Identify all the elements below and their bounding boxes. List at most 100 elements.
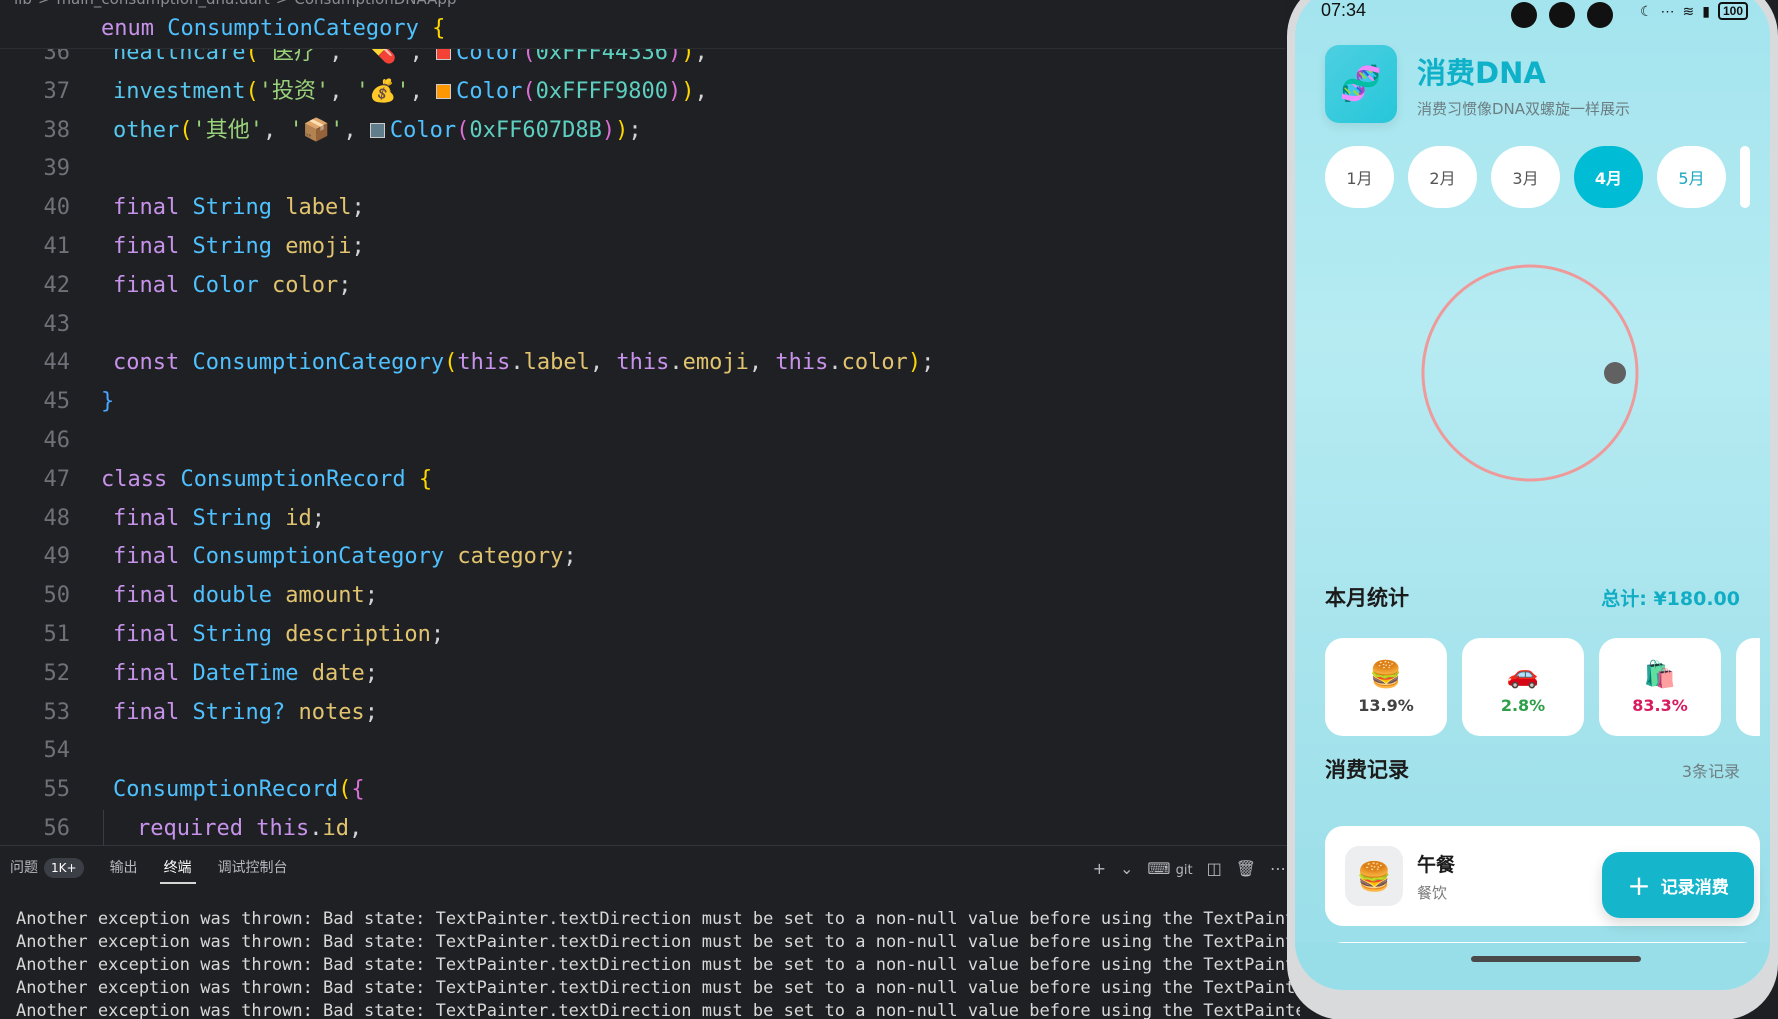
code-line[interactable]: 52 final DateTime date; <box>0 655 1285 694</box>
line-number: 53 <box>43 699 71 725</box>
code-text: ConsumptionRecord({ <box>113 777 365 803</box>
terminal-output[interactable]: Another exception was thrown: Bad state:… <box>16 908 1300 1019</box>
code-line[interactable]: 48 final String id; <box>0 500 1285 539</box>
dna-point <box>1604 362 1626 384</box>
stats-cards: 🍔 13.9% 🚗 2.8% 🛍️ 83.3% <box>1325 638 1760 738</box>
cellular-icon: ▮ <box>1702 2 1710 19</box>
dna-visualization <box>1421 264 1639 482</box>
split-terminal-icon[interactable]: ◫ <box>1207 859 1222 878</box>
code-line[interactable]: 38 other('其他', '📦', Color(0xFF607D8B)); <box>0 112 1285 151</box>
record-name: 午餐 <box>1417 854 1456 876</box>
line-number: 40 <box>43 195 71 221</box>
code-text: final String id; <box>113 505 325 531</box>
terminal-line: Another exception was thrown: Bad state:… <box>16 1001 1300 1019</box>
stat-card[interactable]: 🛍️ 83.3% <box>1599 638 1721 736</box>
code-line[interactable]: 54 <box>0 732 1285 771</box>
code-text: final double amount; <box>113 583 378 609</box>
month-chip[interactable]: 5月 <box>1657 146 1726 208</box>
terminal-git-button[interactable]: ⌨ git <box>1147 859 1192 878</box>
line-number: 50 <box>43 583 71 609</box>
code-line[interactable]: 37 investment('投资', '💰', Color(0xFFFF9800… <box>0 73 1285 112</box>
month-chip[interactable]: 2月 <box>1408 146 1477 208</box>
terminal-line: Another exception was thrown: Bad state:… <box>16 955 1300 975</box>
category-emoji-icon: 🛍️ <box>1643 659 1677 690</box>
stat-percent: 2.8% <box>1500 695 1546 715</box>
panel-tab[interactable]: 输出 <box>110 846 138 890</box>
code-text: final String? notes; <box>113 699 378 725</box>
month-chip[interactable]: 3月 <box>1491 146 1560 208</box>
stat-card[interactable] <box>1736 638 1760 736</box>
code-line[interactable]: 42 final Color color; <box>0 267 1285 306</box>
app-header: 🧬 消费DNA 消费习惯像DNA双螺旋一样展示 <box>1325 44 1630 124</box>
code-line[interactable]: 51 final String description; <box>0 616 1285 655</box>
code-line[interactable]: 55 ConsumptionRecord({ <box>0 771 1285 810</box>
line-number: 41 <box>43 233 71 259</box>
code-line[interactable]: 43 <box>0 306 1285 345</box>
month-chip[interactable]: 4月 <box>1574 146 1643 208</box>
panel-tab-label: 终端 <box>163 860 192 876</box>
month-chip[interactable]: 1月 <box>1325 146 1394 208</box>
code-line[interactable]: 46 <box>0 422 1285 461</box>
breadcrumb-item[interactable]: main_consumption_dna.dart <box>56 0 269 8</box>
code-line[interactable]: 56 required this.id, <box>0 809 1285 845</box>
code-editor[interactable]: lib > main_consumption_dna.dart > Consumptio… <box>0 0 1285 845</box>
panel-tab[interactable]: 调试控制台 <box>218 846 288 890</box>
line-number: 39 <box>43 156 71 182</box>
code-text: final Color color; <box>113 272 352 298</box>
indent-guide <box>103 809 104 845</box>
stat-card[interactable]: 🍔 13.9% <box>1325 638 1447 736</box>
panel-actions: + ⌄ ⌨ git ◫ 🗑 ⋯ <box>1093 846 1286 890</box>
code-line[interactable]: 40 final String label; <box>0 189 1285 228</box>
stat-percent: 13.9% <box>1358 695 1414 715</box>
stat-card[interactable]: 🚗 2.8% <box>1462 638 1584 736</box>
panel-tab[interactable]: 问题 1K+ <box>10 846 84 890</box>
month-chip[interactable] <box>1740 146 1750 208</box>
line-number: 38 <box>43 117 71 143</box>
line-number: 37 <box>43 78 71 104</box>
code-line[interactable]: 50 final double amount; <box>0 577 1285 616</box>
code-text: other('其他', '📦', Color(0xFF607D8B)); <box>113 117 642 143</box>
line-number: 49 <box>43 544 71 570</box>
breadcrumb-item[interactable]: lib <box>14 0 32 8</box>
stat-percent: 83.3% <box>1632 695 1688 715</box>
add-record-label: 记录消费 <box>1660 877 1729 898</box>
moon-icon: ☾ <box>1639 2 1653 19</box>
status-right: ☾ ⋯ ≋ ▮ 100 <box>1640 2 1748 20</box>
category-emoji-icon: 🍔 <box>1369 659 1403 690</box>
code-text: investment('投资', '💰', Color(0xFFFF9800))… <box>113 78 708 104</box>
line-number: 47 <box>43 466 71 492</box>
notification-dot-icon <box>1587 2 1613 28</box>
code-line[interactable]: 45} <box>0 383 1285 422</box>
sticky-scroll-header[interactable]: enum ConsumptionCategory { <box>0 9 1285 49</box>
add-record-button[interactable]: + 记录消费 <box>1602 852 1754 918</box>
stats-total: 总计: ¥180.00 <box>1601 588 1740 610</box>
code-line[interactable]: 41 final String emoji; <box>0 228 1285 267</box>
notification-icons <box>1511 2 1613 28</box>
chevron-down-icon[interactable]: ⌄ <box>1120 859 1133 878</box>
month-selector: 1月 2月 3月 4月 5月 <box>1325 146 1760 208</box>
bottom-panel: 问题 1K+ 输出 终端 调试控制台 + ⌄ ⌨ git ◫ 🗑 ⋯ Another e… <box>0 845 1300 1019</box>
code-lines[interactable]: 36 healthcare('医疗', '💊', Color(0xFFF44336… <box>0 34 1285 845</box>
breadcrumb-item[interactable]: ConsumptionDNAApp <box>294 0 456 8</box>
records-title: 消费记录 <box>1325 758 1409 782</box>
record-emoji-icon: 🍔 <box>1345 846 1403 906</box>
notification-dot-icon <box>1511 2 1537 28</box>
line-number: 55 <box>43 777 71 803</box>
record-category: 餐饮 <box>1417 884 1448 902</box>
panel-tab[interactable]: 终端 <box>159 846 196 890</box>
code-line[interactable]: 39 <box>0 150 1285 189</box>
code-line[interactable]: 49 final ConsumptionCategory category; <box>0 538 1285 577</box>
line-number: 43 <box>43 311 71 337</box>
color-swatch-icon <box>369 122 385 138</box>
code-text: final DateTime date; <box>113 660 378 686</box>
trash-icon[interactable]: 🗑 <box>1236 859 1256 878</box>
code-line[interactable]: 47 class ConsumptionRecord { <box>0 461 1285 500</box>
new-terminal-icon[interactable]: + <box>1093 859 1106 878</box>
plus-icon: + <box>1627 868 1651 902</box>
home-indicator[interactable] <box>1471 956 1641 962</box>
category-emoji-icon: 🚗 <box>1506 659 1540 690</box>
code-line[interactable]: 44 const ConsumptionCategory(this.label, … <box>0 344 1285 383</box>
more-icon[interactable]: ⋯ <box>1270 859 1286 878</box>
problems-badge: 1K+ <box>44 858 84 878</box>
code-line[interactable]: 53 final String? notes; <box>0 694 1285 733</box>
